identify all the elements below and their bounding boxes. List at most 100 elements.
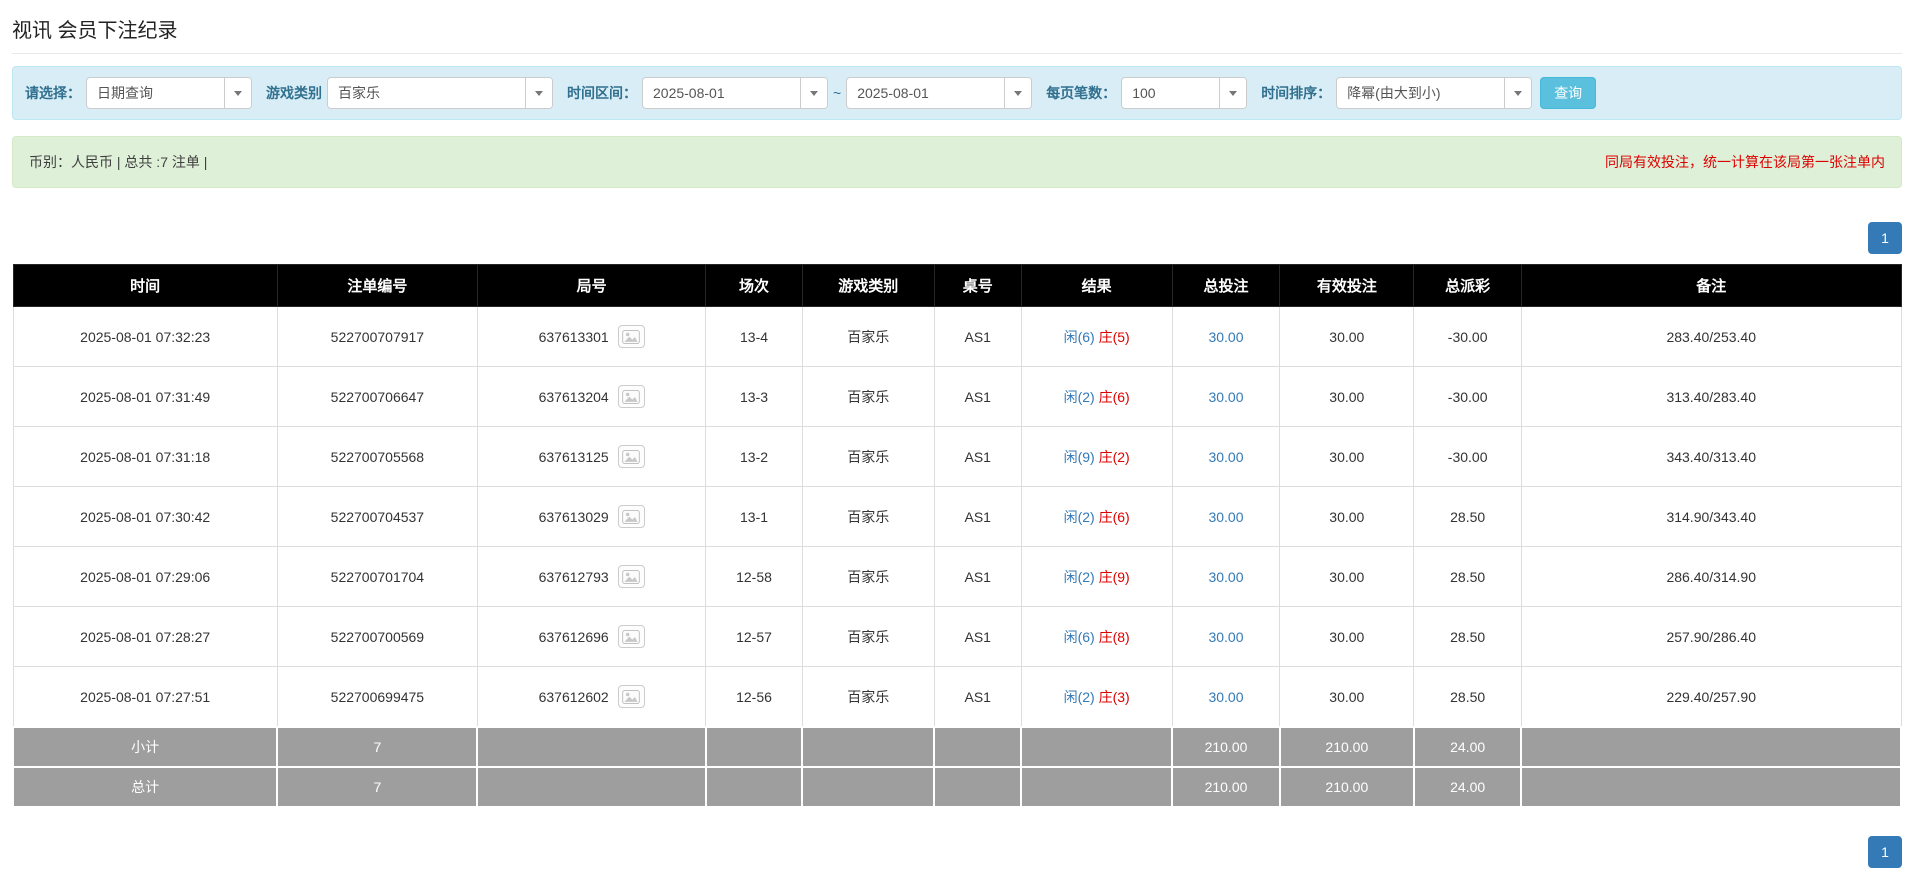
chevron-down-icon[interactable] [800,78,827,108]
chevron-down-icon[interactable] [1004,78,1032,108]
caret-shape [234,90,242,96]
column-header: 备注 [1520,264,1902,307]
cell-time: 2025-08-01 07:30:42 [12,486,278,547]
footer-empty-cell [933,726,1023,768]
page-1-button[interactable]: 1 [1868,836,1902,868]
footer-count: 7 [276,766,479,808]
chevron-down-icon[interactable] [1219,78,1247,108]
round-no: 637612602 [538,688,609,705]
footer-empty-cell [801,726,936,768]
column-header: 结果 [1020,264,1173,307]
chevron-down-icon[interactable] [1504,78,1532,108]
cell-table-no: AS1 [933,366,1022,427]
round-detail-button[interactable] [617,565,645,588]
query-button[interactable]: 查询 [1540,77,1597,109]
sort-order-value[interactable]: 降幂(由大到小) [1337,78,1504,108]
footer-valid-bet: 210.00 [1278,766,1415,808]
page-1-button[interactable]: 1 [1868,222,1902,254]
round-detail-button[interactable] [617,625,645,648]
date-from-picker[interactable]: 2025-08-01 [642,77,828,109]
date-to-picker[interactable]: 2025-08-01 [846,77,1033,109]
total-bet-link[interactable]: 30.00 [1208,329,1243,345]
round-detail-button[interactable] [617,505,645,528]
game-type-dropdown[interactable]: 百家乐 [327,77,553,109]
cell-round-no: 637612793 [476,546,707,607]
result-player: 闲(2) [1063,568,1095,585]
round-no-group: 637612696 [539,625,645,648]
date-from-value[interactable]: 2025-08-01 [643,78,800,108]
page-size-value[interactable]: 100 [1122,78,1219,108]
total-bet-link[interactable]: 30.00 [1208,629,1243,645]
column-header: 游戏类别 [801,264,935,307]
round-detail-button[interactable] [617,385,645,408]
footer-empty-cell [801,766,936,808]
round-no: 637613029 [538,508,609,525]
page-size-dropdown[interactable]: 100 [1121,77,1248,109]
cell-remark: 286.40/314.90 [1520,546,1902,607]
cell-game-type: 百家乐 [801,486,935,547]
footer-valid-bet: 210.00 [1278,726,1415,768]
cell-session: 13-2 [705,426,803,487]
total-bet-link[interactable]: 30.00 [1208,389,1243,405]
round-image-icon [622,329,640,344]
round-detail-button[interactable] [617,445,645,468]
chevron-down-icon[interactable] [525,78,552,108]
table-row: 2025-08-01 07:31:49 522700706647 637613204… [12,366,1902,427]
cell-session: 12-58 [705,546,803,607]
column-header: 总派彩 [1413,264,1522,307]
result-player: 闲(6) [1063,328,1095,345]
footer-empty-cell [704,766,804,808]
footer-label: 总计 [11,766,279,808]
cell-result: 闲(6) 庄(5) [1020,306,1173,367]
chevron-down-icon[interactable] [224,78,251,108]
sort-order-label: 时间排序： [1261,85,1332,101]
round-no-group: 637613301 [539,325,645,348]
cell-session: 12-57 [705,606,803,667]
cell-bet-no: 522700707917 [276,306,478,367]
query-type-value[interactable]: 日期查询 [87,78,224,108]
cell-total-bet: 30.00 [1171,306,1281,367]
cell-result: 闲(2) 庄(6) [1020,366,1173,427]
caret-shape [810,90,818,96]
round-detail-button[interactable] [617,685,645,708]
result-banker: 庄(8) [1098,628,1130,645]
total-bet-link[interactable]: 30.00 [1208,509,1243,525]
cell-round-no: 637612602 [476,666,707,728]
caret-shape [535,90,543,96]
total-bet-link[interactable]: 30.00 [1208,449,1243,465]
table-row: 2025-08-01 07:27:51 522700699475 637612602… [12,666,1902,728]
cell-remark: 229.40/257.90 [1520,666,1902,728]
round-no: 637613301 [538,328,609,345]
table-head: 时间 注单编号 局号 场次 游戏类别 桌号 结果 总投注 有效投注 总派彩 备注 [12,264,1902,307]
footer-total-bet: 210.00 [1171,766,1281,808]
cell-round-no: 637613204 [476,366,707,427]
game-type-value[interactable]: 百家乐 [328,78,525,108]
cell-session: 12-56 [705,666,803,728]
footer-empty-cell [476,766,707,808]
cell-valid-bet: 30.00 [1279,666,1415,728]
betting-records-page: 视讯 会员下注纪录 请选择： 日期查询 游戏类别 百家乐 时间区间： 2025-… [0,0,1914,888]
total-bet-link[interactable]: 30.00 [1208,569,1243,585]
cell-total-bet: 30.00 [1171,606,1281,667]
round-image-icon [622,569,640,584]
footer-empty-cell [933,766,1023,808]
footer-empty-cell [1020,766,1174,808]
query-type-dropdown[interactable]: 日期查询 [86,77,252,109]
query-type-label: 请选择： [25,85,81,101]
date-to-value[interactable]: 2025-08-01 [847,78,1004,108]
cell-payout: -30.00 [1413,366,1522,427]
round-detail-button[interactable] [617,325,645,348]
summary-info: 币别：人民币 | 总共 :7 注单 | [29,154,208,170]
cell-time: 2025-08-01 07:31:18 [12,426,278,487]
total-bet-link[interactable]: 30.00 [1208,689,1243,705]
caret-shape [1229,90,1238,96]
sort-order-dropdown[interactable]: 降幂(由大到小) [1336,77,1533,109]
result-player: 闲(9) [1063,448,1095,465]
date-range-separator: ~ [833,85,842,101]
cell-remark: 314.90/343.40 [1520,486,1902,547]
round-no-group: 637613029 [539,505,645,528]
cell-time: 2025-08-01 07:29:06 [12,546,278,607]
round-no-group: 637612793 [539,565,645,588]
cell-game-type: 百家乐 [801,426,935,487]
cell-game-type: 百家乐 [801,666,935,728]
